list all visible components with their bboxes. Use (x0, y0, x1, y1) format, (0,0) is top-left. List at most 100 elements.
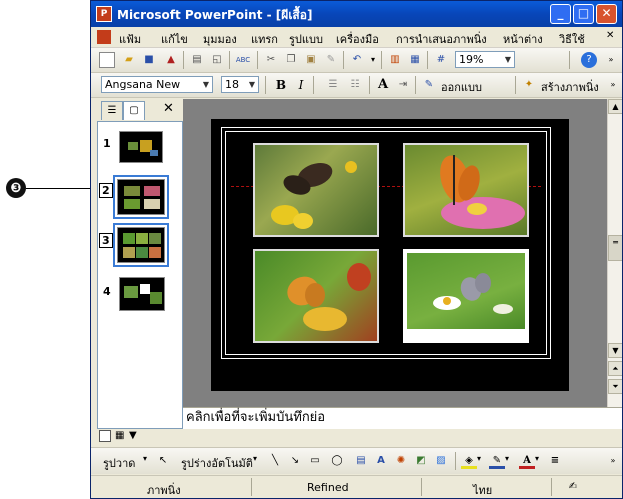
spelling-status-icon[interactable]: ✍ (565, 479, 581, 495)
font-size-combo[interactable]: 18 ▼ (221, 76, 259, 93)
increase-font-button[interactable]: A (375, 77, 391, 93)
scroll-up-icon[interactable]: ▲ (608, 99, 622, 114)
slide-thumbnail-3[interactable] (113, 223, 169, 267)
pane-close-icon[interactable]: ✕ (163, 101, 174, 116)
slide-number: 2 (99, 183, 113, 198)
chevron-down-icon[interactable]: ▾ (143, 454, 147, 463)
help-icon[interactable]: ? (581, 52, 597, 68)
menu-tools[interactable]: เครื่องมือ (336, 30, 379, 48)
menu-edit[interactable]: แก้ไข (161, 30, 188, 48)
scroll-thumb[interactable]: ═ (608, 235, 622, 261)
chevron-down-icon[interactable]: ▾ (535, 454, 539, 463)
format-painter-icon[interactable]: ✎ (323, 52, 339, 68)
insert-picture-icon[interactable]: ▨ (433, 453, 449, 469)
menu-insert[interactable]: แทรก (251, 30, 278, 48)
zoom-combo[interactable]: 19% ▼ (455, 51, 515, 68)
new-document-icon[interactable] (99, 52, 115, 68)
chevron-down-icon[interactable]: ▼ (200, 77, 212, 92)
normal-view-icon[interactable] (99, 430, 111, 442)
line-color-icon[interactable]: ✎ (489, 453, 505, 469)
select-objects-icon[interactable]: ↖ (155, 453, 171, 469)
toolbar-options-icon[interactable]: » (603, 52, 619, 68)
menu-file[interactable]: แฟ้ม (119, 30, 141, 48)
window-title: Microsoft PowerPoint - [ผีเสื้อ] (117, 8, 313, 22)
butterfly-photo-2[interactable] (403, 143, 529, 237)
open-folder-icon[interactable]: ▰ (121, 52, 137, 68)
minimize-button[interactable]: _ (550, 4, 571, 24)
fill-color-icon[interactable]: ◈ (461, 453, 477, 469)
print-icon[interactable]: ▤ (189, 52, 205, 68)
menu-slideshow[interactable]: การนำเสนอภาพนิ่ง (396, 30, 487, 48)
autoshapes-button[interactable]: รูปร่างอัตโนมัติ (181, 454, 253, 472)
show-grid-icon[interactable]: # (433, 52, 449, 68)
slide-thumbnail-1[interactable] (119, 131, 163, 163)
permission-icon[interactable]: ▲ (163, 52, 179, 68)
status-design-name: Refined (307, 481, 349, 494)
slideshow-view-icon[interactable]: ▼ (129, 430, 137, 442)
menu-window[interactable]: หน้าต่าง (503, 30, 543, 48)
menu-help[interactable]: วิธีใช้ (559, 30, 585, 48)
wordart-icon[interactable]: A (373, 453, 389, 469)
text-box-icon[interactable]: ▤ (353, 453, 369, 469)
print-preview-icon[interactable]: ◱ (209, 52, 225, 68)
cut-icon[interactable]: ✂ (263, 52, 279, 68)
diagram-icon[interactable]: ✺ (393, 453, 409, 469)
clip-art-icon[interactable]: ◩ (413, 453, 429, 469)
outline-tab[interactable]: ☰ (101, 101, 123, 120)
chevron-down-icon[interactable]: ▾ (477, 454, 481, 463)
menu-close-icon[interactable]: ✕ (606, 30, 614, 41)
arrow-icon[interactable]: ↘ (287, 453, 303, 469)
numbering-icon[interactable]: ☰ (325, 77, 341, 93)
spelling-icon[interactable]: ABC (235, 52, 251, 68)
design-button[interactable]: ออกแบบ (441, 78, 482, 96)
slide-thumbnail-4[interactable] (119, 277, 165, 311)
scroll-down-icon[interactable]: ▼ (608, 343, 622, 358)
italic-button[interactable]: I (293, 77, 309, 93)
butterfly-photo-3[interactable] (253, 249, 379, 343)
maximize-button[interactable]: □ (573, 4, 594, 24)
increase-indent-icon[interactable]: ⇥ (395, 77, 411, 93)
title-bar[interactable]: P Microsoft PowerPoint - [ผีเสื้อ] _ □ ✕ (91, 1, 622, 27)
font-combo[interactable]: Angsana New ▼ (101, 76, 213, 93)
design-icon[interactable]: ✎ (421, 77, 437, 93)
bold-button[interactable]: B (273, 77, 289, 93)
slide-number: 4 (103, 285, 111, 298)
menu-format[interactable]: รูปแบบ (289, 30, 323, 48)
chevron-down-icon[interactable]: ▼ (246, 77, 258, 92)
document-icon[interactable] (97, 30, 111, 44)
chevron-down-icon[interactable]: ▾ (253, 454, 257, 463)
undo-dropdown-icon[interactable]: ▾ (365, 52, 381, 68)
toolbar-options-icon[interactable]: » (605, 77, 621, 93)
paste-icon[interactable]: ▣ (303, 52, 319, 68)
save-icon[interactable]: ■ (141, 52, 157, 68)
rectangle-icon[interactable]: ▭ (307, 453, 323, 469)
notes-pane[interactable]: คลิกเพื่อที่จะเพิ่มบันทึกย่อ (183, 407, 622, 429)
line-style-icon[interactable]: ≡ (547, 453, 563, 469)
slide-sorter-view-icon[interactable]: ▦ (115, 430, 124, 442)
line-icon[interactable]: ╲ (267, 453, 283, 469)
butterfly-photo-4[interactable] (403, 249, 529, 343)
slides-tab[interactable]: ▢ (123, 101, 145, 120)
undo-icon[interactable]: ↶ (349, 52, 365, 68)
toolbar-options-icon[interactable]: » (605, 453, 621, 469)
menu-view[interactable]: มุมมอง (203, 30, 237, 48)
new-slide-button[interactable]: สร้างภาพนิ่ง (541, 78, 599, 96)
new-slide-icon[interactable]: ✦ (521, 77, 537, 93)
copy-icon[interactable]: ❐ (283, 52, 299, 68)
next-slide-icon[interactable]: ⏷ (608, 379, 622, 394)
insert-table-icon[interactable]: ▦ (407, 52, 423, 68)
draw-menu-button[interactable]: รูปวาด (103, 454, 135, 472)
notes-placeholder[interactable]: คลิกเพื่อที่จะเพิ่มบันทึกย่อ (186, 410, 325, 425)
bullets-icon[interactable]: ☷ (347, 77, 363, 93)
chevron-down-icon[interactable]: ▼ (502, 52, 514, 67)
powerpoint-app-icon[interactable]: P (96, 6, 112, 22)
close-button[interactable]: ✕ (596, 4, 617, 24)
insert-chart-icon[interactable]: ▥ (387, 52, 403, 68)
font-color-icon[interactable]: A (519, 453, 535, 469)
vertical-scrollbar[interactable]: ▲ ═ ▼ ⏶ ⏷ (607, 99, 622, 407)
oval-icon[interactable]: ◯ (329, 453, 345, 469)
slide-thumbnail-2[interactable] (113, 175, 169, 219)
previous-slide-icon[interactable]: ⏶ (608, 361, 622, 376)
butterfly-photo-1[interactable] (253, 143, 379, 237)
chevron-down-icon[interactable]: ▾ (505, 454, 509, 463)
